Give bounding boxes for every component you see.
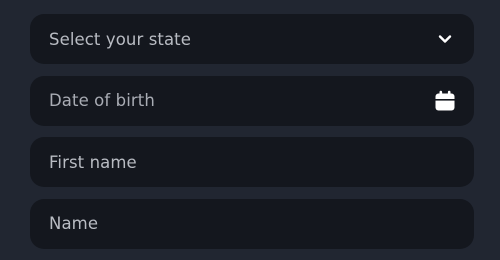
date-of-birth-placeholder: Date of birth [49,91,155,110]
date-of-birth-field[interactable]: Date of birth [30,75,474,126]
calendar-icon[interactable] [434,90,456,112]
first-name-field[interactable]: First name [30,137,474,187]
first-name-placeholder: First name [49,152,137,172]
name-placeholder: Name [49,214,99,233]
state-select[interactable]: Select your state [30,14,474,64]
chevron-down-icon[interactable] [434,28,456,50]
name-field[interactable]: Name [30,198,474,249]
registration-form: Select your state Date of birth First na… [30,14,474,260]
state-select-placeholder: Select your state [49,29,191,49]
